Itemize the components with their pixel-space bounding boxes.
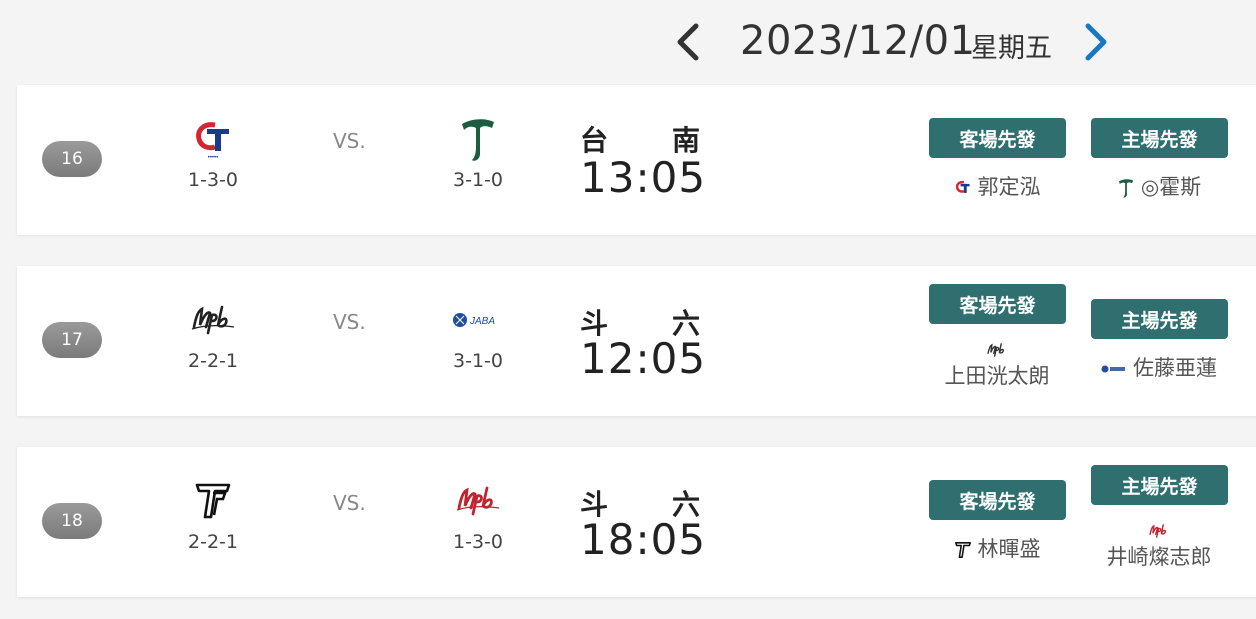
home-record: 1-3-0 [453, 531, 503, 553]
home-pitcher[interactable]: 井崎燦志郎 [1079, 523, 1239, 571]
pitcher-name: ◎霍斯 [1140, 175, 1202, 199]
vs-label: VS. [333, 310, 366, 334]
npb-red-logo-icon [1149, 524, 1166, 538]
home-starter-button[interactable]: 主場先發 [1091, 465, 1228, 505]
t-logo-icon [423, 113, 533, 165]
current-date: 2023/12/01 [740, 18, 976, 64]
away-team[interactable]: 2-2-1 [158, 475, 268, 553]
ct-logo-icon: ••••• [158, 113, 268, 165]
away-record: 2-2-1 [188, 531, 238, 553]
home-pitcher[interactable]: 佐藤亜蓮 [1079, 352, 1239, 382]
game-time: 12:05 [580, 334, 707, 383]
away-starter-button[interactable]: 客場先發 [929, 480, 1066, 520]
prev-day-button[interactable] [672, 20, 704, 64]
away-pitcher[interactable]: 上田洸太朗 [917, 342, 1077, 390]
date-header: 2023/12/01 星期五 [0, 0, 1256, 84]
game-number-badge: 18 [42, 503, 102, 539]
home-record: 3-1-0 [453, 169, 503, 191]
away-record: 2-2-1 [188, 350, 238, 372]
home-pitcher[interactable]: ◎霍斯 [1079, 171, 1239, 201]
vs-label: VS. [333, 129, 366, 153]
away-record: 1-3-0 [188, 169, 238, 191]
home-record: 3-1-0 [453, 350, 503, 372]
away-team[interactable]: 2-2-1 [158, 294, 268, 372]
t-logo-icon [1118, 179, 1133, 198]
ct-logo-icon [955, 180, 970, 193]
away-team[interactable]: ••••• 1-3-0 [158, 113, 268, 191]
away-pitcher[interactable]: 郭定泓 [917, 171, 1077, 201]
jaba-logo-text: JABA [469, 316, 495, 327]
game-time: 13:05 [580, 153, 707, 202]
tt-logo-icon [158, 475, 268, 527]
pitcher-name: 佐藤亜蓮 [1133, 356, 1217, 380]
npb-logo-icon [987, 343, 1004, 357]
pitcher-name: 林暉盛 [977, 537, 1041, 561]
npb-red-logo-icon [423, 475, 533, 527]
game-card[interactable]: 17 2-2-1 VS. JABA 3-1-0 斗 六 12:05 客場先發 主… [17, 266, 1256, 416]
tt-logo-icon [954, 542, 971, 558]
next-day-button[interactable] [1080, 20, 1112, 64]
pitcher-name: 井崎燦志郎 [1106, 545, 1212, 569]
home-team[interactable]: JABA 3-1-0 [423, 294, 533, 372]
npb-logo-icon [158, 294, 268, 346]
game-card[interactable]: 16 ••••• 1-3-0 VS. 3-1-0 台 南 13:05 客場先發 … [17, 85, 1256, 235]
away-starter-button[interactable]: 客場先發 [929, 284, 1066, 324]
chevron-left-icon [677, 23, 699, 61]
vs-label: VS. [333, 491, 366, 515]
weekday-label: 星期五 [971, 33, 1052, 64]
jaba-logo-icon [1101, 365, 1125, 373]
game-number-badge: 17 [42, 322, 102, 358]
svg-text:•••••: ••••• [208, 155, 219, 161]
jaba-logo-icon: JABA [423, 294, 533, 346]
chevron-right-icon [1085, 23, 1107, 61]
pitcher-name: 上田洸太朗 [944, 364, 1050, 388]
away-pitcher[interactable]: 林暉盛 [917, 533, 1077, 563]
pitcher-name: 郭定泓 [977, 175, 1041, 199]
home-team[interactable]: 1-3-0 [423, 475, 533, 553]
game-card[interactable]: 18 2-2-1 VS. 1-3-0 斗 六 18:05 客場先發 主場先發 林… [17, 447, 1256, 597]
away-starter-button[interactable]: 客場先發 [929, 118, 1066, 158]
home-starter-button[interactable]: 主場先發 [1091, 299, 1228, 339]
game-time: 18:05 [580, 515, 707, 564]
home-starter-button[interactable]: 主場先發 [1091, 118, 1228, 158]
game-number-badge: 16 [42, 141, 102, 177]
home-team[interactable]: 3-1-0 [423, 113, 533, 191]
